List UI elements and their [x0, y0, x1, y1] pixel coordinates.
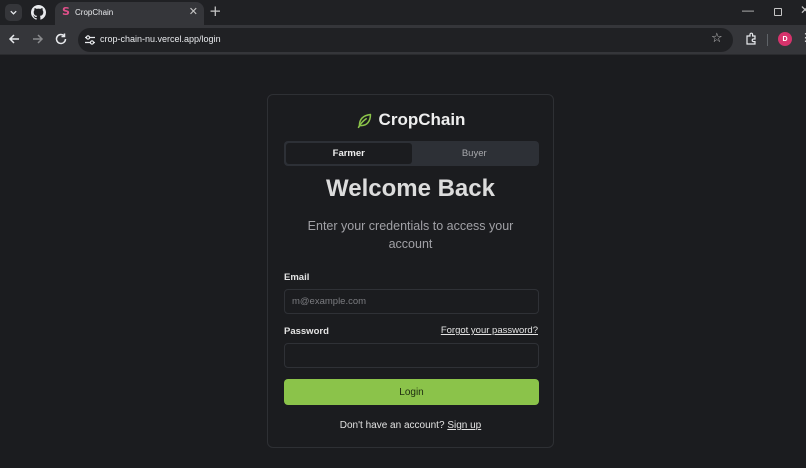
browser-tab[interactable]: S CropChain ✕ — [55, 2, 204, 25]
password-label: Password — [284, 326, 329, 337]
bookmark-star-icon[interactable]: ☆ — [711, 31, 723, 46]
page-title: Welcome Back — [326, 175, 495, 202]
signup-link[interactable]: Sign up — [447, 420, 481, 431]
extensions-puzzle-icon[interactable] — [744, 32, 758, 46]
profile-avatar[interactable]: D — [778, 32, 792, 46]
reload-icon[interactable] — [54, 32, 68, 46]
kebab-menu-icon[interactable]: ⋮ — [800, 31, 806, 44]
url-text: crop-chain-nu.vercel.app/login — [100, 34, 221, 44]
github-icon[interactable] — [31, 5, 46, 20]
page-subtitle: Enter your credentials to access your ac… — [307, 219, 514, 251]
favicon-icon: S — [62, 5, 70, 18]
email-field[interactable] — [284, 289, 539, 314]
address-bar[interactable]: crop-chain-nu.vercel.app/login ☆ — [78, 28, 733, 52]
role-tab-switcher: Farmer Buyer — [284, 141, 539, 166]
brand: CropChain — [268, 110, 553, 130]
toolbar-divider — [767, 34, 768, 46]
forgot-password-link[interactable]: Forgot your password? — [441, 325, 538, 336]
leaf-icon — [357, 113, 371, 128]
close-icon[interactable]: ✕ — [189, 5, 198, 18]
forward-arrow-icon[interactable] — [31, 32, 45, 46]
tab-farmer[interactable]: Farmer — [286, 143, 412, 164]
back-arrow-icon[interactable] — [7, 32, 21, 46]
minimize-icon[interactable]: — — [742, 3, 754, 17]
chevron-down-icon — [10, 10, 17, 15]
new-tab-button[interactable]: + — [209, 2, 222, 20]
page-viewport: CropChain Farmer Buyer Welcome Back Ente… — [0, 55, 806, 468]
browser-toolbar: crop-chain-nu.vercel.app/login ☆ D ⋮ — [0, 25, 806, 55]
brand-name: CropChain — [378, 110, 466, 129]
signup-prompt-text: Don't have an account? — [339, 420, 445, 431]
browser-tab-bar: S CropChain ✕ + — ✕ — [0, 0, 806, 25]
tab-buyer[interactable]: Buyer — [412, 143, 538, 164]
login-button[interactable]: Login — [284, 379, 539, 405]
email-label: Email — [284, 272, 310, 283]
site-info-icon[interactable] — [83, 33, 97, 47]
tab-search-button[interactable] — [5, 4, 22, 21]
maximize-icon[interactable] — [774, 8, 782, 16]
signup-prompt: Don't have an account? Sign up — [268, 420, 553, 431]
tab-title: CropChain — [75, 8, 114, 17]
password-field[interactable] — [284, 343, 539, 368]
login-card: CropChain Farmer Buyer Welcome Back Ente… — [267, 94, 554, 448]
window-close-icon[interactable]: ✕ — [800, 3, 806, 17]
